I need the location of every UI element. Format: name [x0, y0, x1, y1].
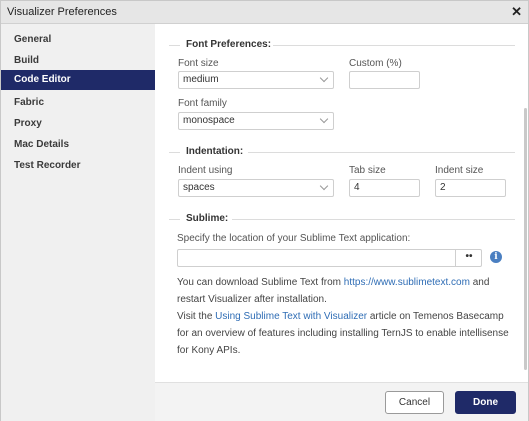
vertical-scrollbar[interactable] — [524, 108, 527, 370]
font-family-select[interactable]: monospace — [178, 112, 334, 130]
download-text-part: and — [469, 277, 490, 288]
sublime-download-link[interactable]: https://www.sublimetext.com — [344, 277, 470, 288]
font-family-label: Font family — [178, 98, 227, 109]
section-divider — [169, 152, 180, 153]
tab-size-label: Tab size — [349, 165, 386, 176]
info-icon[interactable]: i — [490, 251, 502, 263]
indent-size-label: Indent size — [435, 165, 484, 176]
font-size-select[interactable]: medium — [178, 71, 334, 89]
sidebar-item-test-recorder[interactable]: Test Recorder — [1, 156, 155, 176]
preferences-window: Visualizer Preferences ✕ General Build C… — [0, 0, 529, 421]
window-title: Visualizer Preferences — [7, 6, 117, 18]
font-size-value: medium — [183, 74, 219, 85]
close-icon[interactable]: ✕ — [511, 4, 522, 20]
chevron-down-icon — [319, 73, 329, 83]
section-divider — [169, 219, 180, 220]
font-family-value: monospace — [183, 115, 235, 126]
font-preferences-title: Font Preferences: — [186, 39, 272, 50]
section-divider — [169, 45, 180, 46]
sidebar-item-fabric[interactable]: Fabric — [1, 93, 155, 113]
indent-using-select[interactable]: spaces — [178, 179, 334, 197]
sidebar: General Build Code Editor Fabric Proxy M… — [1, 24, 155, 421]
sidebar-item-code-editor[interactable]: Code Editor — [1, 70, 155, 90]
indentation-title: Indentation: — [186, 146, 244, 157]
sublime-title: Sublime: — [186, 213, 229, 224]
restart-text: restart Visualizer after installation. — [177, 294, 327, 305]
custom-percent-input[interactable] — [349, 71, 420, 89]
download-text: You can download Sublime Text from https… — [177, 274, 489, 291]
chevron-down-icon — [319, 181, 329, 191]
tab-size-input[interactable]: 4 — [349, 179, 420, 197]
title-bar: Visualizer Preferences ✕ — [1, 1, 528, 24]
section-divider — [232, 219, 515, 220]
indent-size-input[interactable]: 2 — [435, 179, 506, 197]
visit-text: Visit the Using Sublime Text with Visual… — [177, 308, 504, 325]
visit-text-part: article on Temenos Basecamp — [367, 311, 504, 322]
sublime-location-input[interactable] — [177, 249, 482, 267]
indent-using-value: spaces — [183, 182, 215, 193]
sidebar-item-mac-details[interactable]: Mac Details — [1, 135, 155, 155]
sublime-article-link[interactable]: Using Sublime Text with Visualizer — [215, 311, 367, 322]
sidebar-item-general[interactable]: General — [1, 30, 155, 50]
visit-text-part: Visit the — [177, 311, 216, 322]
browse-button[interactable]: •• — [455, 249, 482, 267]
font-size-label: Font size — [178, 58, 219, 69]
sidebar-item-proxy[interactable]: Proxy — [1, 114, 155, 134]
custom-percent-label: Custom (%) — [349, 58, 402, 69]
download-text-part: You can download Sublime Text from — [177, 277, 344, 288]
indent-using-label: Indent using — [178, 165, 233, 176]
overview-text: for an overview of features including in… — [177, 328, 509, 339]
section-divider — [273, 45, 515, 46]
cancel-button[interactable]: Cancel — [385, 391, 444, 414]
chevron-down-icon — [319, 114, 329, 124]
sidebar-item-build[interactable]: Build — [1, 51, 155, 71]
kony-text: for Kony APIs. — [177, 345, 241, 356]
done-button[interactable]: Done — [455, 391, 516, 414]
section-divider — [248, 152, 515, 153]
sublime-location-label: Specify the location of your Sublime Tex… — [177, 233, 411, 244]
